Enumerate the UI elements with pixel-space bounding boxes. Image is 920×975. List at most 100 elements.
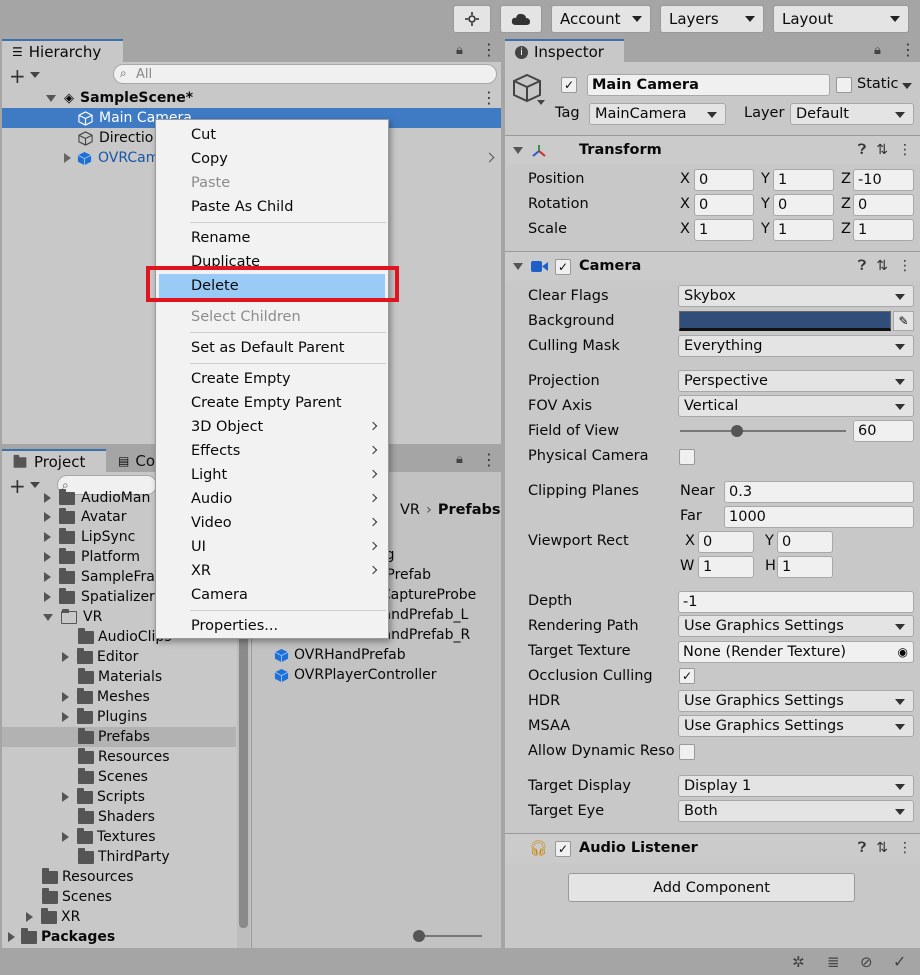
tree-item[interactable]: Avatar — [44, 507, 126, 527]
menu-item-audio[interactable]: Audio — [156, 487, 388, 511]
fov-input[interactable]: 60 — [853, 420, 914, 442]
kebab-menu-icon[interactable]: ⋮ — [898, 258, 912, 274]
tree-item[interactable]: XR — [26, 907, 80, 927]
tab-inspector[interactable]: i Inspector — [505, 39, 624, 63]
add-button[interactable]: + — [9, 474, 26, 498]
account-dropdown[interactable]: Account — [551, 5, 651, 33]
audio-listener-checkbox[interactable]: ✓ — [555, 841, 571, 857]
culling-mask-dropdown[interactable]: Everything — [678, 335, 914, 357]
expand-arrow-icon[interactable] — [44, 512, 51, 522]
viewport-y-input[interactable]: 0 — [777, 531, 833, 553]
tree-item[interactable]: Scripts — [62, 787, 145, 807]
kebab-menu-icon[interactable]: ⋮ — [481, 40, 497, 59]
help-icon[interactable]: ❓︎ — [858, 258, 866, 274]
tree-item-prefabs[interactable]: Prefabs — [78, 727, 150, 747]
layout-dropdown[interactable]: Layout — [773, 5, 909, 33]
expand-arrow-icon[interactable] — [26, 912, 33, 922]
target-display-dropdown[interactable]: Display 1 — [678, 775, 914, 797]
hdr-dropdown[interactable]: Use Graphics Settings — [678, 690, 914, 712]
expand-arrow-icon[interactable] — [44, 572, 51, 582]
add-button[interactable]: + — [9, 64, 26, 88]
expand-arrow-icon[interactable] — [44, 592, 51, 602]
kebab-menu-icon[interactable]: ⋮ — [898, 840, 912, 856]
tree-item[interactable]: ThirdParty — [78, 847, 170, 867]
scale-label[interactable]: Scale — [528, 221, 567, 237]
expand-arrow-icon[interactable] — [46, 94, 56, 102]
expand-arrow-icon[interactable] — [8, 932, 15, 942]
menu-item-cut[interactable]: Cut — [156, 123, 388, 147]
expand-arrow-icon[interactable] — [62, 652, 69, 662]
viewport-h-input[interactable]: 1 — [777, 556, 833, 578]
viewport-x-input[interactable]: 0 — [698, 531, 754, 553]
lock-icon[interactable]: 🔒︎ — [456, 43, 463, 58]
expand-arrow-icon[interactable] — [62, 692, 69, 702]
collapse-arrow-icon[interactable] — [43, 613, 53, 621]
check-circle-icon[interactable]: ✓ — [893, 952, 906, 971]
scale-z-input[interactable]: 1 — [853, 219, 914, 241]
background-color-swatch[interactable] — [679, 311, 891, 331]
hierarchy-search-input[interactable]: ⌕ All — [113, 64, 497, 84]
slider-thumb[interactable] — [731, 425, 743, 437]
target-eye-dropdown[interactable]: Both — [678, 800, 914, 822]
camera-enabled-checkbox[interactable]: ✓ — [555, 259, 571, 275]
cloud-button[interactable] — [500, 5, 542, 33]
menu-item-rename[interactable]: Rename — [156, 226, 388, 250]
position-y-input[interactable]: 1 — [773, 169, 834, 191]
physical-camera-checkbox[interactable] — [679, 449, 695, 465]
menu-item-paste-as-child[interactable]: Paste As Child — [156, 195, 388, 219]
help-icon[interactable]: ❓︎ — [858, 142, 866, 158]
chevron-down-icon[interactable] — [30, 72, 40, 78]
tag-dropdown[interactable]: MainCamera — [589, 103, 726, 125]
tree-item[interactable]: Materials — [78, 667, 162, 687]
kebab-menu-icon[interactable]: ⋮ — [898, 142, 912, 158]
tree-item[interactable]: Spatializer — [44, 587, 155, 607]
bug-icon[interactable]: ✲ — [792, 953, 805, 971]
menu-item-set-default-parent[interactable]: Set as Default Parent — [156, 336, 388, 360]
expand-arrow-icon[interactable] — [64, 153, 71, 163]
collapse-arrow-icon[interactable] — [513, 263, 523, 270]
hierarchy-item-ovrcamera[interactable]: OVRCam — [64, 148, 159, 168]
dynamic-resolution-checkbox[interactable] — [679, 744, 695, 760]
menu-item-3d-object[interactable]: 3D Object — [156, 415, 388, 439]
far-input[interactable]: 1000 — [724, 506, 914, 528]
static-label[interactable]: Static — [857, 76, 898, 92]
menu-item-ui[interactable]: UI — [156, 535, 388, 559]
tree-item[interactable]: Scenes — [42, 887, 112, 907]
chevron-down-icon[interactable] — [902, 83, 912, 89]
tree-item[interactable]: SampleFra — [44, 567, 155, 587]
scale-y-input[interactable]: 1 — [773, 219, 834, 241]
menu-item-copy[interactable]: Copy — [156, 147, 388, 171]
tree-item-packages[interactable]: Packages — [8, 927, 115, 947]
near-input[interactable]: 0.3 — [724, 481, 914, 503]
tree-item[interactable]: AudioMan — [44, 488, 150, 508]
slider-thumb[interactable] — [413, 930, 425, 942]
rotation-x-input[interactable]: 0 — [694, 194, 754, 216]
layers-dropdown[interactable]: Layers — [660, 5, 764, 33]
file-item[interactable]: OVRPlayerController — [274, 665, 437, 685]
camera-header[interactable]: ✓ Camera ❓︎ ⇅ ⋮ — [505, 251, 920, 281]
presets-icon[interactable]: ⇅ — [876, 142, 888, 158]
expand-arrow-icon[interactable] — [62, 832, 69, 842]
expand-arrow-icon[interactable] — [62, 712, 69, 722]
viewport-w-input[interactable]: 1 — [698, 556, 754, 578]
menu-item-effects[interactable]: Effects — [156, 439, 388, 463]
rotation-y-input[interactable]: 0 — [773, 194, 834, 216]
expand-arrow-icon[interactable] — [62, 792, 69, 802]
help-icon[interactable]: ❓︎ — [858, 840, 866, 856]
fov-slider[interactable] — [680, 425, 846, 437]
scale-x-input[interactable]: 1 — [694, 219, 754, 241]
menu-item-camera[interactable]: Camera — [156, 583, 388, 607]
position-label[interactable]: Position — [528, 171, 584, 187]
depth-input[interactable]: -1 — [678, 591, 914, 613]
play-settings-button[interactable] — [453, 5, 491, 33]
file-item[interactable]: OVRHandPrefab — [274, 645, 406, 665]
add-component-button[interactable]: Add Component — [568, 873, 855, 902]
zoom-slider[interactable] — [413, 930, 482, 942]
tree-item[interactable]: Scenes — [78, 767, 148, 787]
active-checkbox[interactable]: ✓ — [561, 77, 577, 93]
transform-header[interactable]: Transform ❓︎ ⇅ ⋮ — [505, 135, 920, 165]
chevron-down-icon[interactable] — [537, 100, 545, 105]
cache-server-icon[interactable]: ≣ — [827, 953, 840, 971]
eyedropper-icon[interactable]: ✎ — [893, 311, 914, 331]
presets-icon[interactable]: ⇅ — [876, 258, 888, 274]
